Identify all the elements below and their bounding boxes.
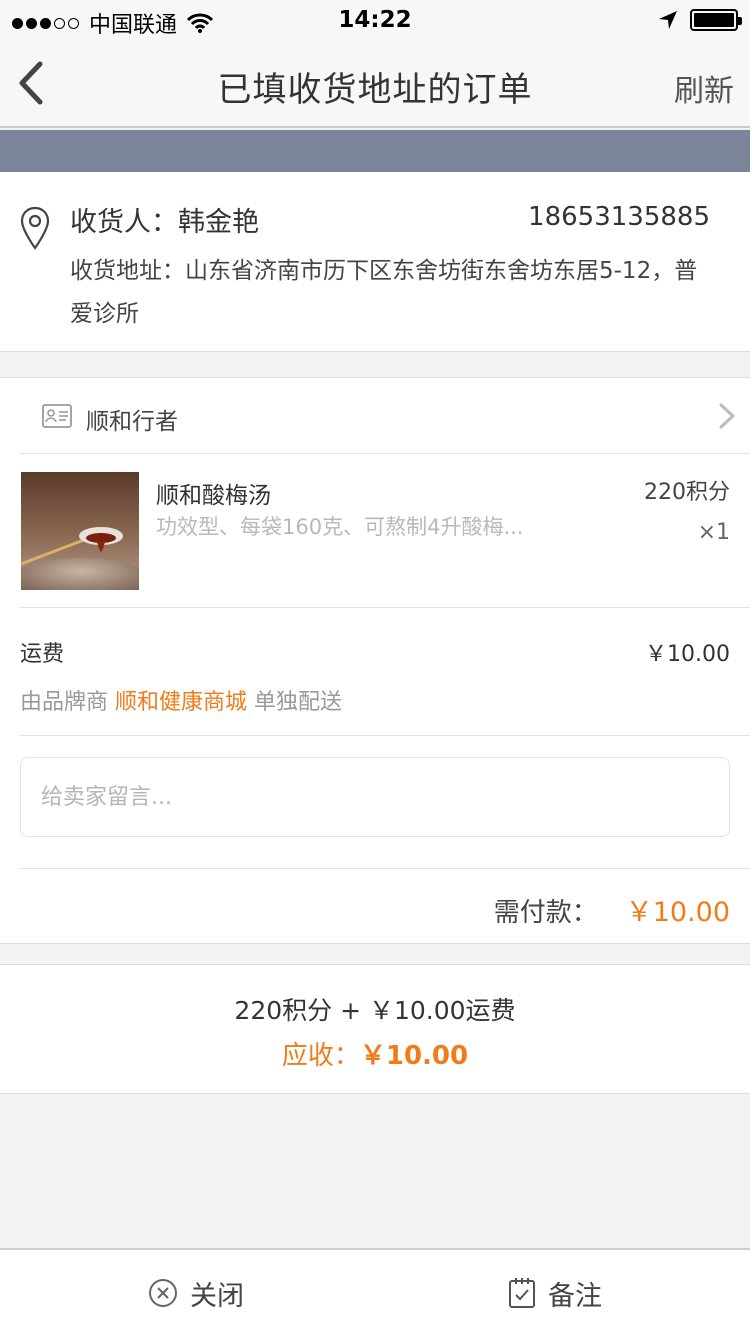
recipient-name: 收货人：韩金艳 — [70, 207, 259, 238]
status-bar: 中国联通 14:22 — [0, 0, 750, 40]
payable-amount: ￥10.00 — [625, 897, 730, 928]
map-pin-icon — [20, 206, 50, 250]
shop-row[interactable]: 顺和行者 — [20, 378, 750, 454]
status-right — [658, 9, 742, 31]
shipping-provider: 由品牌商 顺和健康商城 单独配送 — [20, 684, 342, 716]
shop-name: 顺和行者 — [86, 409, 178, 435]
receivable-row: 应收：￥10.00 — [0, 1035, 750, 1072]
nav-bar: 已填收货地址的订单 刷新 — [0, 40, 750, 128]
close-button[interactable]: 关闭 — [148, 1250, 244, 1334]
status-time: 14:22 — [338, 7, 412, 33]
bottom-action-bar: 关闭 备注 — [0, 1248, 750, 1334]
summary-breakdown: 220积分 + ￥10.00运费 — [234, 996, 516, 1025]
seller-note-field[interactable] — [20, 757, 730, 837]
recipient-address: 收货地址：山东省济南市历下区东舍坊街东舍坊东居5-12，普爱诊所 — [70, 258, 698, 327]
recipient-phone: 18653135885 — [528, 202, 710, 232]
banner-strip — [0, 130, 750, 172]
shipping-label: 运费 — [20, 642, 65, 667]
item-points: 220积分 — [644, 480, 730, 505]
close-label: 关闭 — [190, 1280, 244, 1312]
chevron-right-icon — [719, 403, 735, 429]
payable-row: 需付款： ￥10.00 — [494, 890, 730, 929]
checklist-icon — [509, 1278, 535, 1308]
shipping-amount: ￥10.00 — [645, 642, 730, 667]
order-card: 顺和行者 顺和酸梅汤 功效型、每袋160克、可熬制4升酸梅... 220积分 ×… — [0, 377, 750, 944]
divider — [20, 868, 750, 869]
item-description: 功效型、每袋160克、可熬制4升酸梅... — [156, 515, 524, 539]
id-card-icon — [42, 404, 72, 428]
payable-label: 需付款： — [493, 898, 598, 928]
page-title: 已填收货地址的订单 — [217, 70, 533, 110]
seller-note-input[interactable] — [21, 758, 729, 836]
product-image — [21, 472, 139, 590]
item-title: 顺和酸梅汤 — [156, 483, 271, 509]
brand-name: 顺和健康商城 — [115, 690, 248, 715]
remark-button[interactable]: 备注 — [508, 1250, 602, 1334]
location-arrow-icon — [659, 11, 677, 29]
battery-icon — [690, 9, 742, 31]
shipping-address-card[interactable]: 收货人：韩金艳 18653135885 收货地址：山东省济南市历下区东舍坊街东舍… — [0, 172, 750, 352]
item-quantity: ×1 — [697, 520, 730, 545]
remark-label: 备注 — [548, 1280, 602, 1312]
shipping-suffix: 单独配送 — [254, 690, 343, 715]
order-item[interactable]: 顺和酸梅汤 功效型、每袋160克、可熬制4升酸梅... 220积分 ×1 — [20, 454, 750, 608]
battery-fill — [694, 13, 734, 27]
receivable-amount: ￥10.00 — [359, 1041, 469, 1071]
refresh-button[interactable]: 刷新 — [674, 66, 734, 110]
shipping-section: 运费 ￥10.00 由品牌商 顺和健康商城 单独配送 — [20, 608, 750, 736]
order-summary: 220积分 + ￥10.00运费 应收：￥10.00 — [0, 964, 750, 1094]
circle-x-icon — [149, 1279, 177, 1307]
receivable-label: 应收： — [281, 1041, 360, 1071]
shipping-prefix: 由品牌商 — [20, 690, 109, 715]
